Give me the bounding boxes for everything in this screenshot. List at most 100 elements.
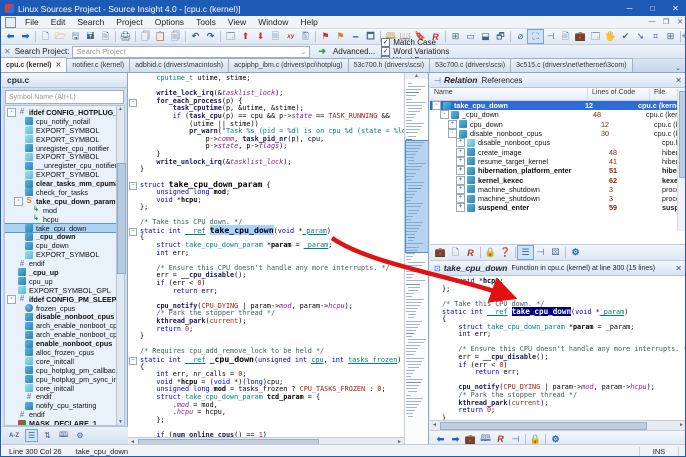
window-single-icon[interactable]: ▭ xyxy=(463,30,478,43)
link-doc-icon[interactable]: 🖺 xyxy=(298,30,313,43)
relation-row[interactable]: - take_cpu_down 12 cpu.c (kernel) xyxy=(430,101,685,111)
symbol-tree-item[interactable]: -enable_nonboot_cpus xyxy=(5,339,117,348)
tree-expander-icon[interactable]: - xyxy=(14,196,23,206)
relation-row[interactable]: +create_image48hibernate.c (kernel\power… xyxy=(430,147,685,157)
tree-expander-icon[interactable]: - xyxy=(7,294,16,304)
symbol-tree-item[interactable]: -EXPORT_SYMBOL xyxy=(5,135,117,144)
project-window-icon[interactable]: 💼 xyxy=(573,30,588,43)
scroll-down-icon[interactable]: ▼ xyxy=(117,419,124,425)
relation-settings-gear-icon[interactable]: ⚙ xyxy=(568,246,583,259)
symbol-tree-item[interactable]: -cpu_up xyxy=(5,277,117,286)
lock-icon[interactable]: 🔒 xyxy=(483,246,498,259)
file-tab[interactable]: notifier.c (kernel) xyxy=(66,58,131,72)
symbol-tree-item[interactable]: -arch_enable_nonboot_cpu xyxy=(5,321,117,330)
view-list-icon[interactable]: ☰ xyxy=(517,245,534,260)
menu-tools[interactable]: Tools xyxy=(190,17,222,27)
back-arrow-icon[interactable]: ⬅ xyxy=(3,30,18,43)
browse-doc-icon[interactable]: 🗏 xyxy=(268,30,283,43)
symbol-tree-item[interactable]: - Stake_cpu_down_param xyxy=(5,197,117,206)
file-tab[interactable]: adbhid.c (drivers\macintosh) xyxy=(129,58,230,72)
list-view-icon[interactable]: ☰ xyxy=(25,429,39,442)
symbol-tree-item[interactable]: -unregister_cpu_notifier xyxy=(5,144,117,153)
symbol-tree-item[interactable]: -check_for_tasks xyxy=(5,188,117,197)
menu-edit[interactable]: Edit xyxy=(45,17,72,27)
symbol-tree-item[interactable]: -frozen_cpus xyxy=(5,304,117,313)
symbol-tree-item[interactable]: -take_cpu_down xyxy=(5,222,117,234)
symbol-tree-item[interactable]: -disable_nonboot_cpus xyxy=(5,312,117,321)
file-tab[interactable]: cpu.c (kernel) ✕ xyxy=(1,57,68,72)
slash-circle-icon[interactable]: ⌀ xyxy=(513,30,528,43)
document-system-icon[interactable] xyxy=(5,16,16,28)
jump-caller-icon[interactable]: ⬆ xyxy=(238,30,253,43)
view-tree-icon[interactable]: ⚄ xyxy=(548,246,563,259)
jump-definition-icon[interactable]: 🗔 xyxy=(223,30,238,43)
relation-row[interactable]: +kernel_kexec62kexec.c (kernel) xyxy=(430,175,685,185)
sort-alpha-icon[interactable]: A-Z xyxy=(7,432,21,440)
copy-icon[interactable]: 🗍 xyxy=(138,30,153,43)
tree-expander-icon[interactable]: - xyxy=(448,129,457,139)
flag-alt-icon[interactable]: ⚑ xyxy=(333,30,348,43)
symbol-window-icon[interactable]: 🖹 xyxy=(558,30,573,43)
symbol-options-gear-icon[interactable]: ⚙ xyxy=(74,430,85,441)
context-vertical-scrollbar[interactable] xyxy=(677,89,685,231)
maximize-button[interactable]: □ xyxy=(641,1,664,16)
tree-expander-icon[interactable]: + xyxy=(456,138,465,148)
symbol-tree-item[interactable]: -core_initcall xyxy=(5,384,117,393)
symbol-tree-item[interactable]: -# ifdef CONFIG_HOTPLUG_CPU xyxy=(5,108,117,117)
tree-expander-icon[interactable]: - xyxy=(7,107,16,117)
checkbox-word-variations[interactable]: ✓ Word Variations xyxy=(381,47,452,56)
symbol-tree-item[interactable]: -MASK_DECLARE_1 xyxy=(5,419,117,425)
symbol-tree-item[interactable]: -EXPORT_SYMBOL xyxy=(5,250,117,259)
hash-grid-icon[interactable]: ⌗ xyxy=(648,30,663,43)
relation-row[interactable]: -disable_nonboot_cpus30cpu.c (kernel) xyxy=(430,129,685,139)
checkbox-match-case[interactable]: ✓ Match Case xyxy=(381,38,452,47)
relation-row[interactable]: +cpu_down12cpu.c (kernel) xyxy=(430,119,685,129)
scrollbar-thumb[interactable] xyxy=(679,91,685,179)
minimize-button[interactable]: ─ xyxy=(618,1,641,16)
minimap-scroll-up-icon[interactable]: ▲ xyxy=(405,73,428,79)
tree-expander-icon[interactable]: + xyxy=(456,175,465,185)
symbol-tree-item[interactable]: -EXPORT_SYMBOL xyxy=(5,126,117,135)
relation-row[interactable]: +machine_shutdown3process.c (arch) xyxy=(430,194,685,204)
menu-window[interactable]: Window xyxy=(252,17,294,27)
symbol-tree-item[interactable]: -cpu_down xyxy=(5,241,117,250)
relation-row[interactable]: +hibernation_platform_enter51hibernate.c… xyxy=(430,166,685,176)
tree-expander-icon[interactable]: + xyxy=(456,194,465,204)
relation-row[interactable]: - _cpu_down 48 cpu.c (kernel) xyxy=(430,110,685,120)
menu-project[interactable]: Project xyxy=(110,17,148,27)
menu-view[interactable]: View xyxy=(222,17,252,27)
redo-icon[interactable]: ↷ xyxy=(203,30,218,43)
editor-minimap[interactable]: ▲ xyxy=(404,73,429,444)
menu-search[interactable]: Search xyxy=(71,17,110,27)
new-file-icon[interactable]: 🗋 xyxy=(448,246,463,259)
context-close-icon[interactable]: ✕ xyxy=(675,264,682,273)
search-project-input[interactable]: Search Project ⌄ xyxy=(72,45,311,58)
xy-browse-icon[interactable]: ˣʸ xyxy=(283,30,298,43)
symbol-tree-item[interactable]: -cpu_hotplug_pm_callback xyxy=(5,366,117,375)
relation-view-icon[interactable]: ⊣ xyxy=(543,30,558,43)
fit-width-icon[interactable]: ⛶ xyxy=(527,29,544,44)
combo-dropdown-icon[interactable]: ⌄ xyxy=(300,47,306,56)
file-tab[interactable]: acpiphp_ibm.c (drivers\pci\hotplug) xyxy=(228,58,349,72)
forward-arrow-icon[interactable]: ➡ xyxy=(18,30,33,43)
clipboard-icon[interactable]: 🗐 xyxy=(168,30,183,43)
tree-expander-icon[interactable]: + xyxy=(456,203,465,213)
file-tab[interactable]: 3c515.c (drivers\net\ethernet\3com) xyxy=(510,58,633,72)
symbol-tree-item[interactable]: -# ifdef CONFIG_PM_SLEEP_SMP xyxy=(5,295,117,304)
symbol-tree-item[interactable]: -#endif xyxy=(5,392,117,401)
arrow-dark-icon[interactable]: ➘ xyxy=(633,30,648,43)
browser-icon[interactable]: 🗔 xyxy=(588,30,603,43)
tree-expander-icon[interactable]: - xyxy=(432,101,441,111)
symbol-tree-item[interactable]: -cpu_hotplug_pm_sync_init xyxy=(5,375,117,384)
search-go-icon[interactable]: ➜ xyxy=(318,46,326,57)
undo-icon[interactable]: ↶ xyxy=(188,30,203,43)
close-search-toolbar-icon[interactable]: ✕ xyxy=(4,47,11,56)
scroll-right-icon[interactable]: ► xyxy=(677,421,685,429)
mdi-restore-button[interactable]: ❐ xyxy=(659,18,673,26)
advanced-button[interactable]: Advanced... xyxy=(333,47,375,56)
tree-expander-icon[interactable]: - xyxy=(440,110,449,120)
relation-row[interactable]: +machine_shutdown3process.c (arch) xyxy=(430,184,685,194)
scroll-left-icon[interactable]: ◄ xyxy=(430,421,439,429)
flag-icon[interactable]: ⚑ xyxy=(318,30,333,43)
regex-icon[interactable]: R xyxy=(463,246,478,259)
